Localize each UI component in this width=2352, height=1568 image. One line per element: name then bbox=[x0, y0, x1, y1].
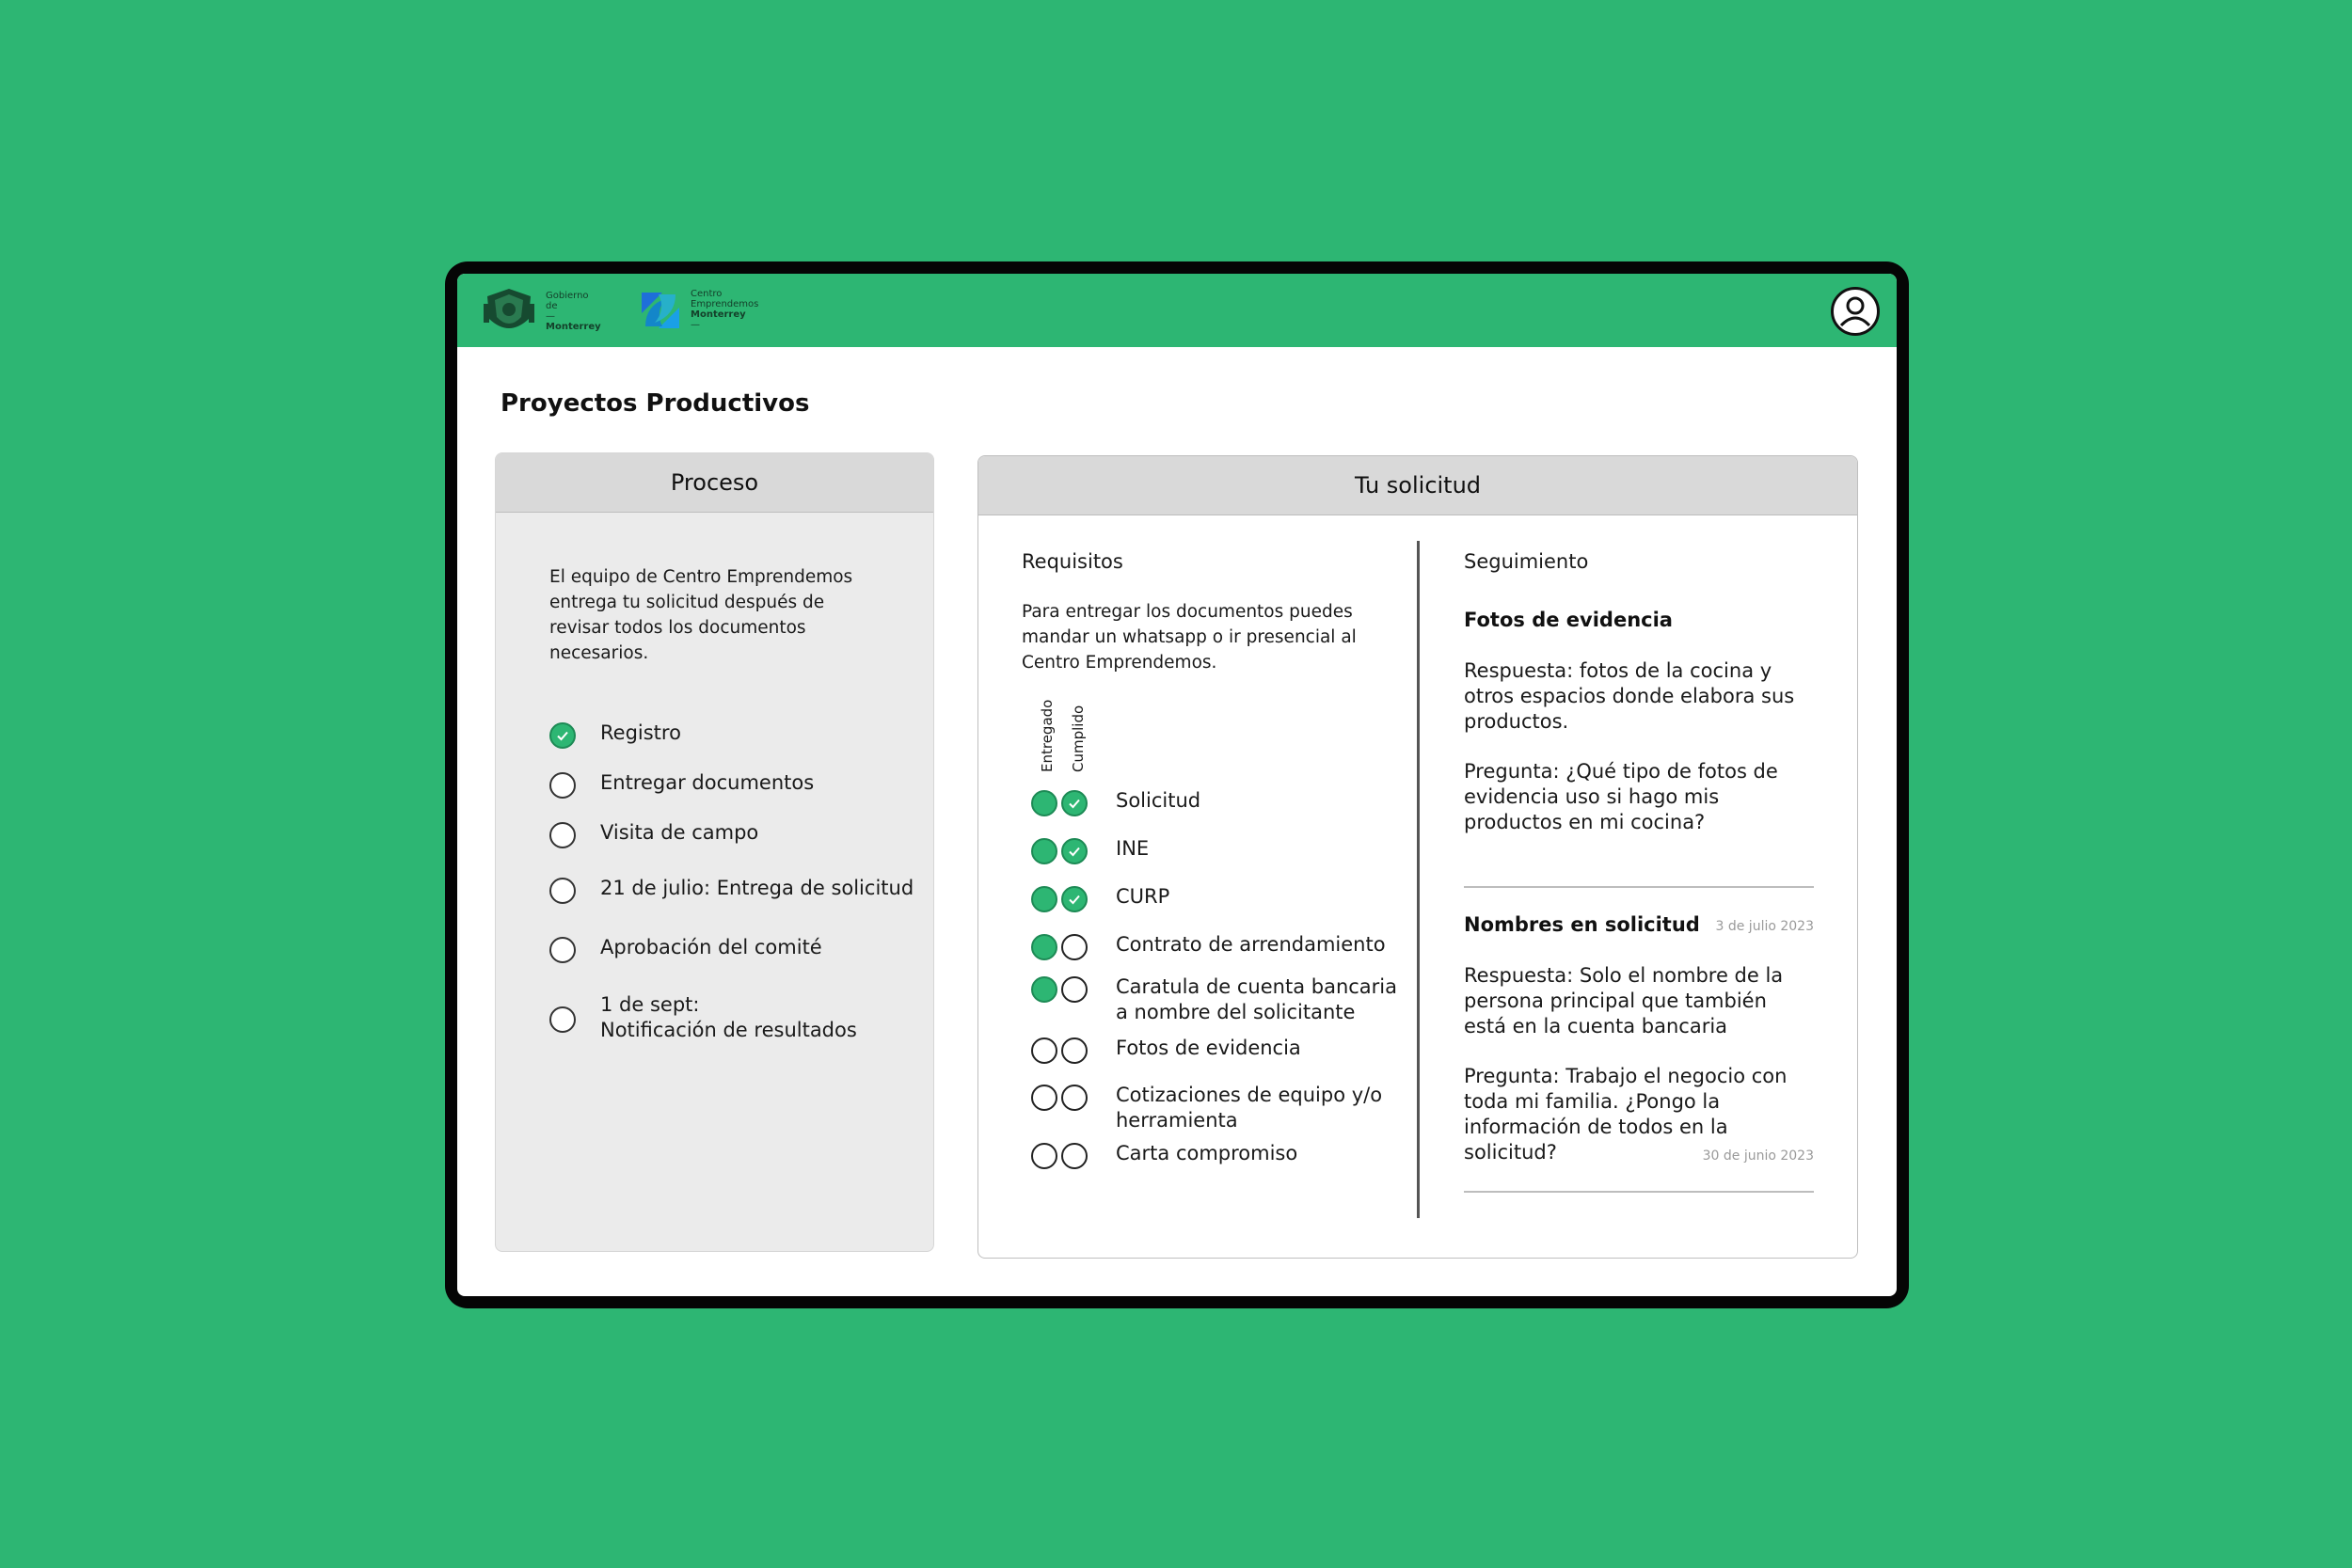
step-status-pending bbox=[549, 1006, 576, 1033]
emprendemos-logo bbox=[642, 293, 679, 328]
gobierno-crest-logo bbox=[484, 289, 534, 328]
step-aprobacion-comite: Aprobación del comité bbox=[549, 935, 822, 963]
seguimiento-separator bbox=[1464, 1191, 1814, 1193]
requisito-status bbox=[1031, 886, 1088, 912]
entregado-empty-icon bbox=[1031, 1143, 1057, 1169]
requisito-status bbox=[1031, 1143, 1088, 1169]
step-label: 21 de julio: Entrega de solicitud bbox=[600, 877, 914, 899]
seguimiento-title: Seguimiento bbox=[1464, 550, 1589, 573]
requisito-status bbox=[1031, 790, 1088, 816]
panel-divider bbox=[1417, 541, 1420, 1218]
tu-solicitud-title: Tu solicitud bbox=[978, 456, 1857, 515]
entregado-filled-icon bbox=[1031, 886, 1057, 912]
cumplido-check-icon bbox=[1061, 886, 1088, 912]
proceso-description: El equipo de Centro Emprendemos entrega … bbox=[549, 567, 853, 663]
cumplido-check-icon bbox=[1061, 838, 1088, 864]
step-visita-de-campo: Visita de campo bbox=[549, 820, 758, 848]
step-status-pending bbox=[549, 878, 576, 904]
entregado-filled-icon bbox=[1031, 934, 1057, 960]
requisito-status bbox=[1031, 976, 1088, 1003]
step-label: Aprobación del comité bbox=[600, 936, 822, 958]
requisito-status bbox=[1031, 1085, 1088, 1111]
step-notificacion-resultados: 1 de sept: Notificación de resultados bbox=[549, 992, 857, 1043]
step-label: 1 de sept: Notificación de resultados bbox=[600, 993, 857, 1041]
tablet-frame: Gobierno de — Monterrey Centro Emprendem… bbox=[445, 261, 1909, 1308]
seguimiento-heading: Nombres en solicitud bbox=[1464, 913, 1700, 936]
step-status-done bbox=[549, 722, 576, 749]
seguimiento-separator bbox=[1464, 886, 1814, 888]
seguimiento-respuesta: Respuesta: Solo el nombre de la persona … bbox=[1464, 964, 1784, 1037]
cumplido-empty-icon bbox=[1061, 1143, 1088, 1169]
seguimiento-entry: Nombres en solicitud Respuesta: Solo el … bbox=[1464, 913, 1814, 1165]
column-label-cumplido: Cumplido bbox=[1070, 705, 1087, 772]
cumplido-empty-icon bbox=[1061, 976, 1088, 1003]
requisito-row: Cotizaciones de equipo y/o herramienta bbox=[1031, 1083, 1398, 1133]
proceso-panel: Proceso El equipo de Centro Emprendemos … bbox=[495, 452, 934, 1252]
check-icon bbox=[557, 731, 568, 741]
requisito-row: Caratula de cuenta bancaria a nombre del… bbox=[1031, 974, 1398, 1025]
step-label: Visita de campo bbox=[600, 821, 759, 844]
requisito-row: Fotos de evidencia bbox=[1031, 1036, 1398, 1064]
requisito-status bbox=[1031, 838, 1088, 864]
requisito-label: INE bbox=[1116, 837, 1150, 860]
cumplido-empty-icon bbox=[1061, 1085, 1088, 1111]
requisito-status bbox=[1031, 934, 1088, 960]
step-label: Registro bbox=[600, 721, 681, 744]
seguimiento-respuesta: Respuesta: fotos de la cocina y otros es… bbox=[1464, 659, 1795, 733]
top-bar: Gobierno de — Monterrey Centro Emprendem… bbox=[457, 274, 1897, 347]
requisito-label: CURP bbox=[1116, 885, 1170, 908]
entregado-filled-icon bbox=[1031, 976, 1057, 1003]
cumplido-empty-icon bbox=[1061, 1037, 1088, 1064]
column-label-entregado: Entregado bbox=[1039, 699, 1056, 772]
entregado-empty-icon bbox=[1031, 1085, 1057, 1111]
requisito-label: Caratula de cuenta bancaria a nombre del… bbox=[1116, 975, 1398, 1023]
requisitos-title: Requisitos bbox=[1022, 550, 1123, 573]
check-icon bbox=[1069, 895, 1080, 905]
proceso-title: Proceso bbox=[496, 453, 933, 513]
step-registro: Registro bbox=[549, 721, 681, 749]
step-entregar-documentos: Entregar documentos bbox=[549, 770, 814, 799]
seguimiento-heading: Fotos de evidencia bbox=[1464, 609, 1673, 631]
emprendemos-logo-text: Centro Emprendemos Monterrey — bbox=[691, 289, 759, 330]
user-avatar-icon[interactable] bbox=[1831, 287, 1880, 336]
requisito-label: Contrato de arrendamiento bbox=[1116, 933, 1386, 956]
requisito-row: INE bbox=[1031, 836, 1398, 864]
requisito-row: CURP bbox=[1031, 884, 1398, 912]
requisito-row: Carta compromiso bbox=[1031, 1141, 1398, 1169]
requisito-label: Carta compromiso bbox=[1116, 1142, 1298, 1164]
step-label: Entregar documentos bbox=[600, 771, 815, 794]
seguimiento-pregunta: Pregunta: ¿Qué tipo de fotos de evidenci… bbox=[1464, 760, 1778, 833]
requisito-row: Solicitud bbox=[1031, 788, 1398, 816]
requisito-label: Solicitud bbox=[1116, 789, 1201, 812]
screen: Gobierno de — Monterrey Centro Emprendem… bbox=[457, 274, 1897, 1296]
step-status-pending bbox=[549, 822, 576, 848]
entregado-filled-icon bbox=[1031, 790, 1057, 816]
step-status-pending bbox=[549, 937, 576, 963]
cumplido-check-icon bbox=[1061, 790, 1088, 816]
seguimiento-date: 30 de junio 2023 bbox=[1702, 1148, 1814, 1164]
entregado-filled-icon bbox=[1031, 838, 1057, 864]
requisito-row: Contrato de arrendamiento bbox=[1031, 932, 1398, 960]
step-entrega-solicitud: 21 de julio: Entrega de solicitud bbox=[549, 876, 914, 904]
tu-solicitud-panel: Tu solicitud Requisitos Para entregar lo… bbox=[977, 455, 1858, 1259]
requisito-label: Fotos de evidencia bbox=[1116, 1037, 1301, 1059]
user-icon bbox=[1839, 296, 1871, 327]
gobierno-logo-text: Gobierno de — Monterrey bbox=[546, 291, 601, 332]
requisito-label: Cotizaciones de equipo y/o herramienta bbox=[1116, 1084, 1383, 1132]
entregado-empty-icon bbox=[1031, 1037, 1057, 1064]
cumplido-empty-icon bbox=[1061, 934, 1088, 960]
requisito-status bbox=[1031, 1037, 1088, 1064]
check-icon bbox=[1069, 847, 1080, 857]
seguimiento-entry: Fotos de evidencia Respuesta: fotos de l… bbox=[1464, 609, 1814, 934]
requisitos-description: Para entregar los documentos puedes mand… bbox=[1022, 602, 1357, 673]
check-icon bbox=[1069, 799, 1080, 809]
step-status-pending bbox=[549, 772, 576, 799]
page-title: Proyectos Productivos bbox=[501, 389, 810, 418]
